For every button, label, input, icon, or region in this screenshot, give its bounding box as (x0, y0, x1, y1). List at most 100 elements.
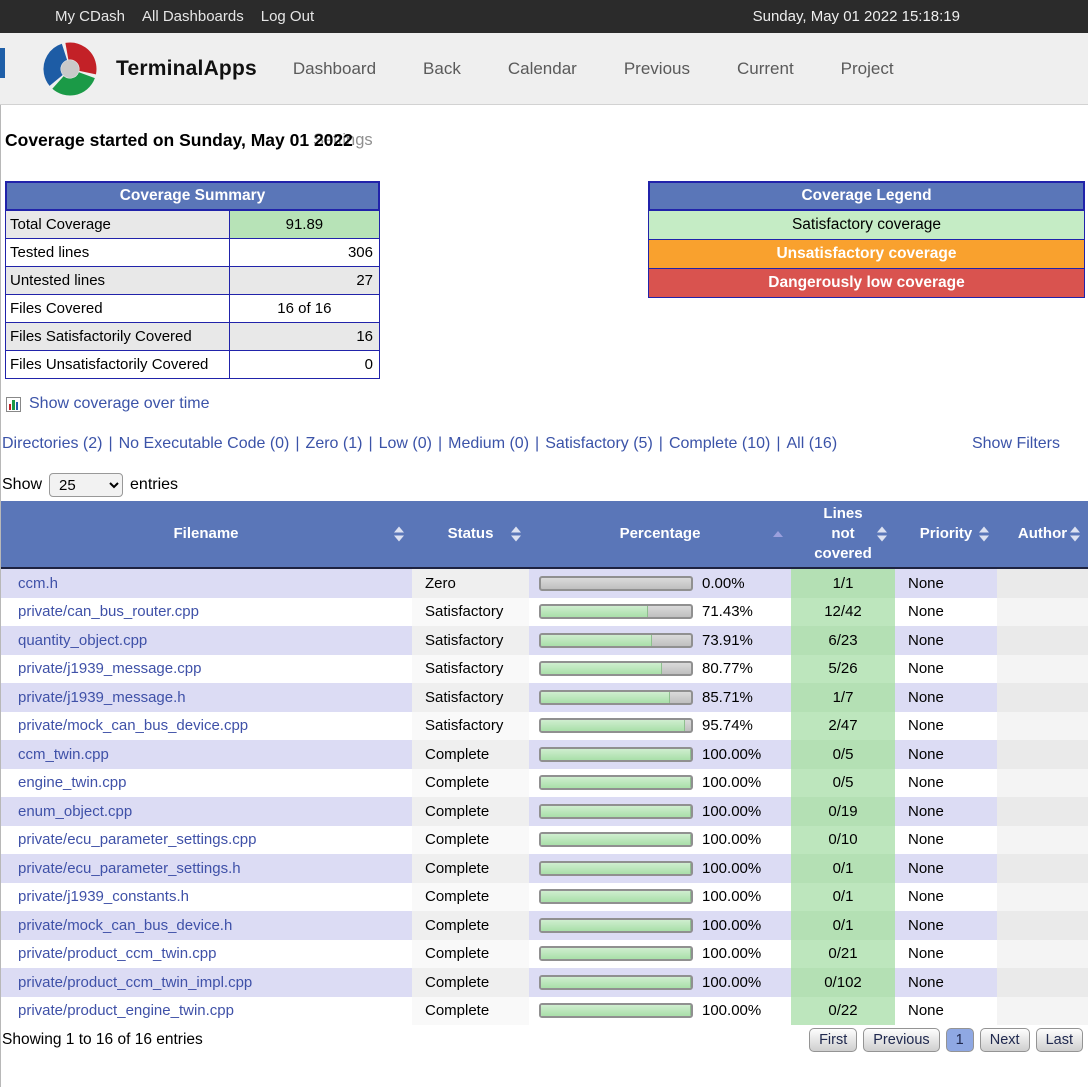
page-button-first[interactable]: First (809, 1028, 857, 1052)
column-header-lines-not-covered[interactable]: Lines not covered (791, 501, 895, 567)
filename-link[interactable]: private/product_ccm_twin.cpp (18, 945, 216, 962)
coverage-progress-fill (541, 834, 691, 845)
summary-row-label: Files Satisfactorily Covered (6, 323, 230, 350)
filename-link[interactable]: private/product_ccm_twin_impl.cpp (18, 974, 252, 991)
coverage-progress-bar (539, 747, 693, 762)
filter-link-2[interactable]: Zero (1) (306, 435, 363, 452)
sort-icon[interactable] (979, 527, 989, 542)
sort-icon[interactable] (877, 527, 887, 542)
nav-link-back[interactable]: Back (423, 59, 461, 79)
filename-link[interactable]: engine_twin.cpp (18, 774, 126, 791)
filter-link-3[interactable]: Low (0) (379, 435, 432, 452)
lines-not-covered-cell: 0/21 (791, 940, 895, 969)
page-button-1[interactable]: 1 (946, 1028, 974, 1052)
column-header-status[interactable]: Status (412, 501, 529, 567)
filename-link[interactable]: private/j1939_constants.h (18, 888, 189, 905)
status-cell: Complete (412, 883, 529, 912)
coverage-table: FilenameStatusPercentage Lines not covere… (0, 501, 1088, 1025)
filename-link[interactable]: private/can_bus_router.cpp (18, 603, 199, 620)
status-cell: Satisfactory (412, 683, 529, 712)
coverage-summary-table: Coverage Summary Total Coverage91.89Test… (5, 181, 380, 379)
sort-icon[interactable] (1070, 527, 1080, 542)
filename-link[interactable]: ccm_twin.cpp (18, 746, 109, 763)
coverage-progress-fill (541, 749, 691, 760)
project-name: TerminalApps (116, 57, 257, 81)
author-cell (997, 569, 1088, 598)
filename-link[interactable]: ccm.h (18, 575, 58, 592)
filter-separator: | (362, 435, 378, 452)
summary-row-value: 27 (230, 267, 379, 294)
filter-link-0[interactable]: Directories (2) (2, 435, 102, 452)
filename-link[interactable]: private/ecu_parameter_settings.cpp (18, 831, 256, 848)
percentage-value: 100.00% (702, 945, 761, 962)
page-button-next[interactable]: Next (980, 1028, 1030, 1052)
nav-link-previous[interactable]: Previous (624, 59, 690, 79)
column-header-label: Author (1018, 524, 1067, 544)
column-header-priority[interactable]: Priority (895, 501, 997, 567)
column-header-author[interactable]: Author (997, 501, 1088, 567)
lines-not-covered-cell: 0/102 (791, 968, 895, 997)
column-header-percentage[interactable]: Percentage (529, 501, 791, 567)
table-row: engine_twin.cppComplete100.00%0/5None (0, 769, 1088, 798)
status-cell: Zero (412, 569, 529, 598)
table-row: private/j1939_constants.hComplete100.00%… (0, 883, 1088, 912)
summary-row-value: 16 (230, 323, 379, 350)
show-filters-link[interactable]: Show Filters (972, 435, 1060, 453)
filter-link-4[interactable]: Medium (0) (448, 435, 529, 452)
filter-link-7[interactable]: All (16) (786, 435, 837, 452)
filename-link[interactable]: private/mock_can_bus_device.h (18, 917, 232, 934)
nav-link-dashboard[interactable]: Dashboard (293, 59, 376, 79)
topbar-link-log-out[interactable]: Log Out (261, 8, 314, 25)
show-coverage-over-time-link[interactable]: Show coverage over time (29, 395, 210, 413)
lines-not-covered-cell: 6/23 (791, 626, 895, 655)
coverage-progress-bar (539, 1003, 693, 1018)
nav-link-project[interactable]: Project (841, 59, 894, 79)
page-button-previous[interactable]: Previous (863, 1028, 939, 1052)
page-button-last[interactable]: Last (1036, 1028, 1083, 1052)
page-length-select[interactable]: 25 (49, 473, 123, 497)
filter-link-6[interactable]: Complete (10) (669, 435, 770, 452)
filename-link[interactable]: private/j1939_message.h (18, 689, 186, 706)
lines-not-covered-cell: 1/1 (791, 569, 895, 598)
filename-link[interactable]: private/j1939_message.cpp (18, 660, 201, 677)
lines-not-covered-cell: 0/10 (791, 826, 895, 855)
priority-cell: None (895, 683, 997, 712)
nav-link-calendar[interactable]: Calendar (508, 59, 577, 79)
table-row: ccm_twin.cppComplete100.00%0/5None (0, 740, 1088, 769)
status-cell: Complete (412, 740, 529, 769)
filter-link-1[interactable]: No Executable Code (0) (119, 435, 290, 452)
filename-link[interactable]: private/ecu_parameter_settings.h (18, 860, 241, 877)
filename-link[interactable]: quantity_object.cpp (18, 632, 147, 649)
percentage-value: 100.00% (702, 774, 761, 791)
coverage-progress-bar (539, 975, 693, 990)
nav-link-current[interactable]: Current (737, 59, 794, 79)
column-header-label: Lines not covered (812, 504, 874, 565)
show-label: Show (2, 476, 42, 494)
table-row: private/ecu_parameter_settings.hComplete… (0, 854, 1088, 883)
lines-not-covered-cell: 0/5 (791, 740, 895, 769)
summary-row-label: Untested lines (6, 267, 230, 294)
lines-not-covered-cell: 0/22 (791, 997, 895, 1026)
filename-link[interactable]: private/product_engine_twin.cpp (18, 1002, 234, 1019)
filename-cell: engine_twin.cpp (0, 769, 412, 798)
summary-row-label: Tested lines (6, 239, 230, 266)
lines-not-covered-cell: 5/26 (791, 655, 895, 684)
topbar-link-my-cdash[interactable]: My CDash (55, 8, 125, 25)
filter-link-5[interactable]: Satisfactory (5) (545, 435, 653, 452)
percentage-cell: 73.91% (529, 626, 791, 655)
percentage-value: 100.00% (702, 803, 761, 820)
priority-cell: None (895, 598, 997, 627)
sort-icon[interactable] (511, 527, 521, 542)
sort-icon[interactable] (394, 527, 404, 542)
filename-link[interactable]: private/mock_can_bus_device.cpp (18, 717, 248, 734)
column-header-filename[interactable]: Filename (0, 501, 412, 567)
coverage-table-body: ccm.hZero0.00%1/1Noneprivate/can_bus_rou… (0, 569, 1088, 1025)
summary-row: Untested lines27 (6, 266, 379, 294)
table-row: enum_object.cppComplete100.00%0/19None (0, 797, 1088, 826)
sort-icon[interactable] (773, 531, 783, 537)
filename-link[interactable]: enum_object.cpp (18, 803, 132, 820)
percentage-cell: 95.74% (529, 712, 791, 741)
coverage-progress-fill (541, 1005, 691, 1016)
topbar-link-all-dashboards[interactable]: All Dashboards (142, 8, 244, 25)
table-footer: Showing 1 to 16 of 16 entries FirstPrevi… (0, 1028, 1088, 1052)
